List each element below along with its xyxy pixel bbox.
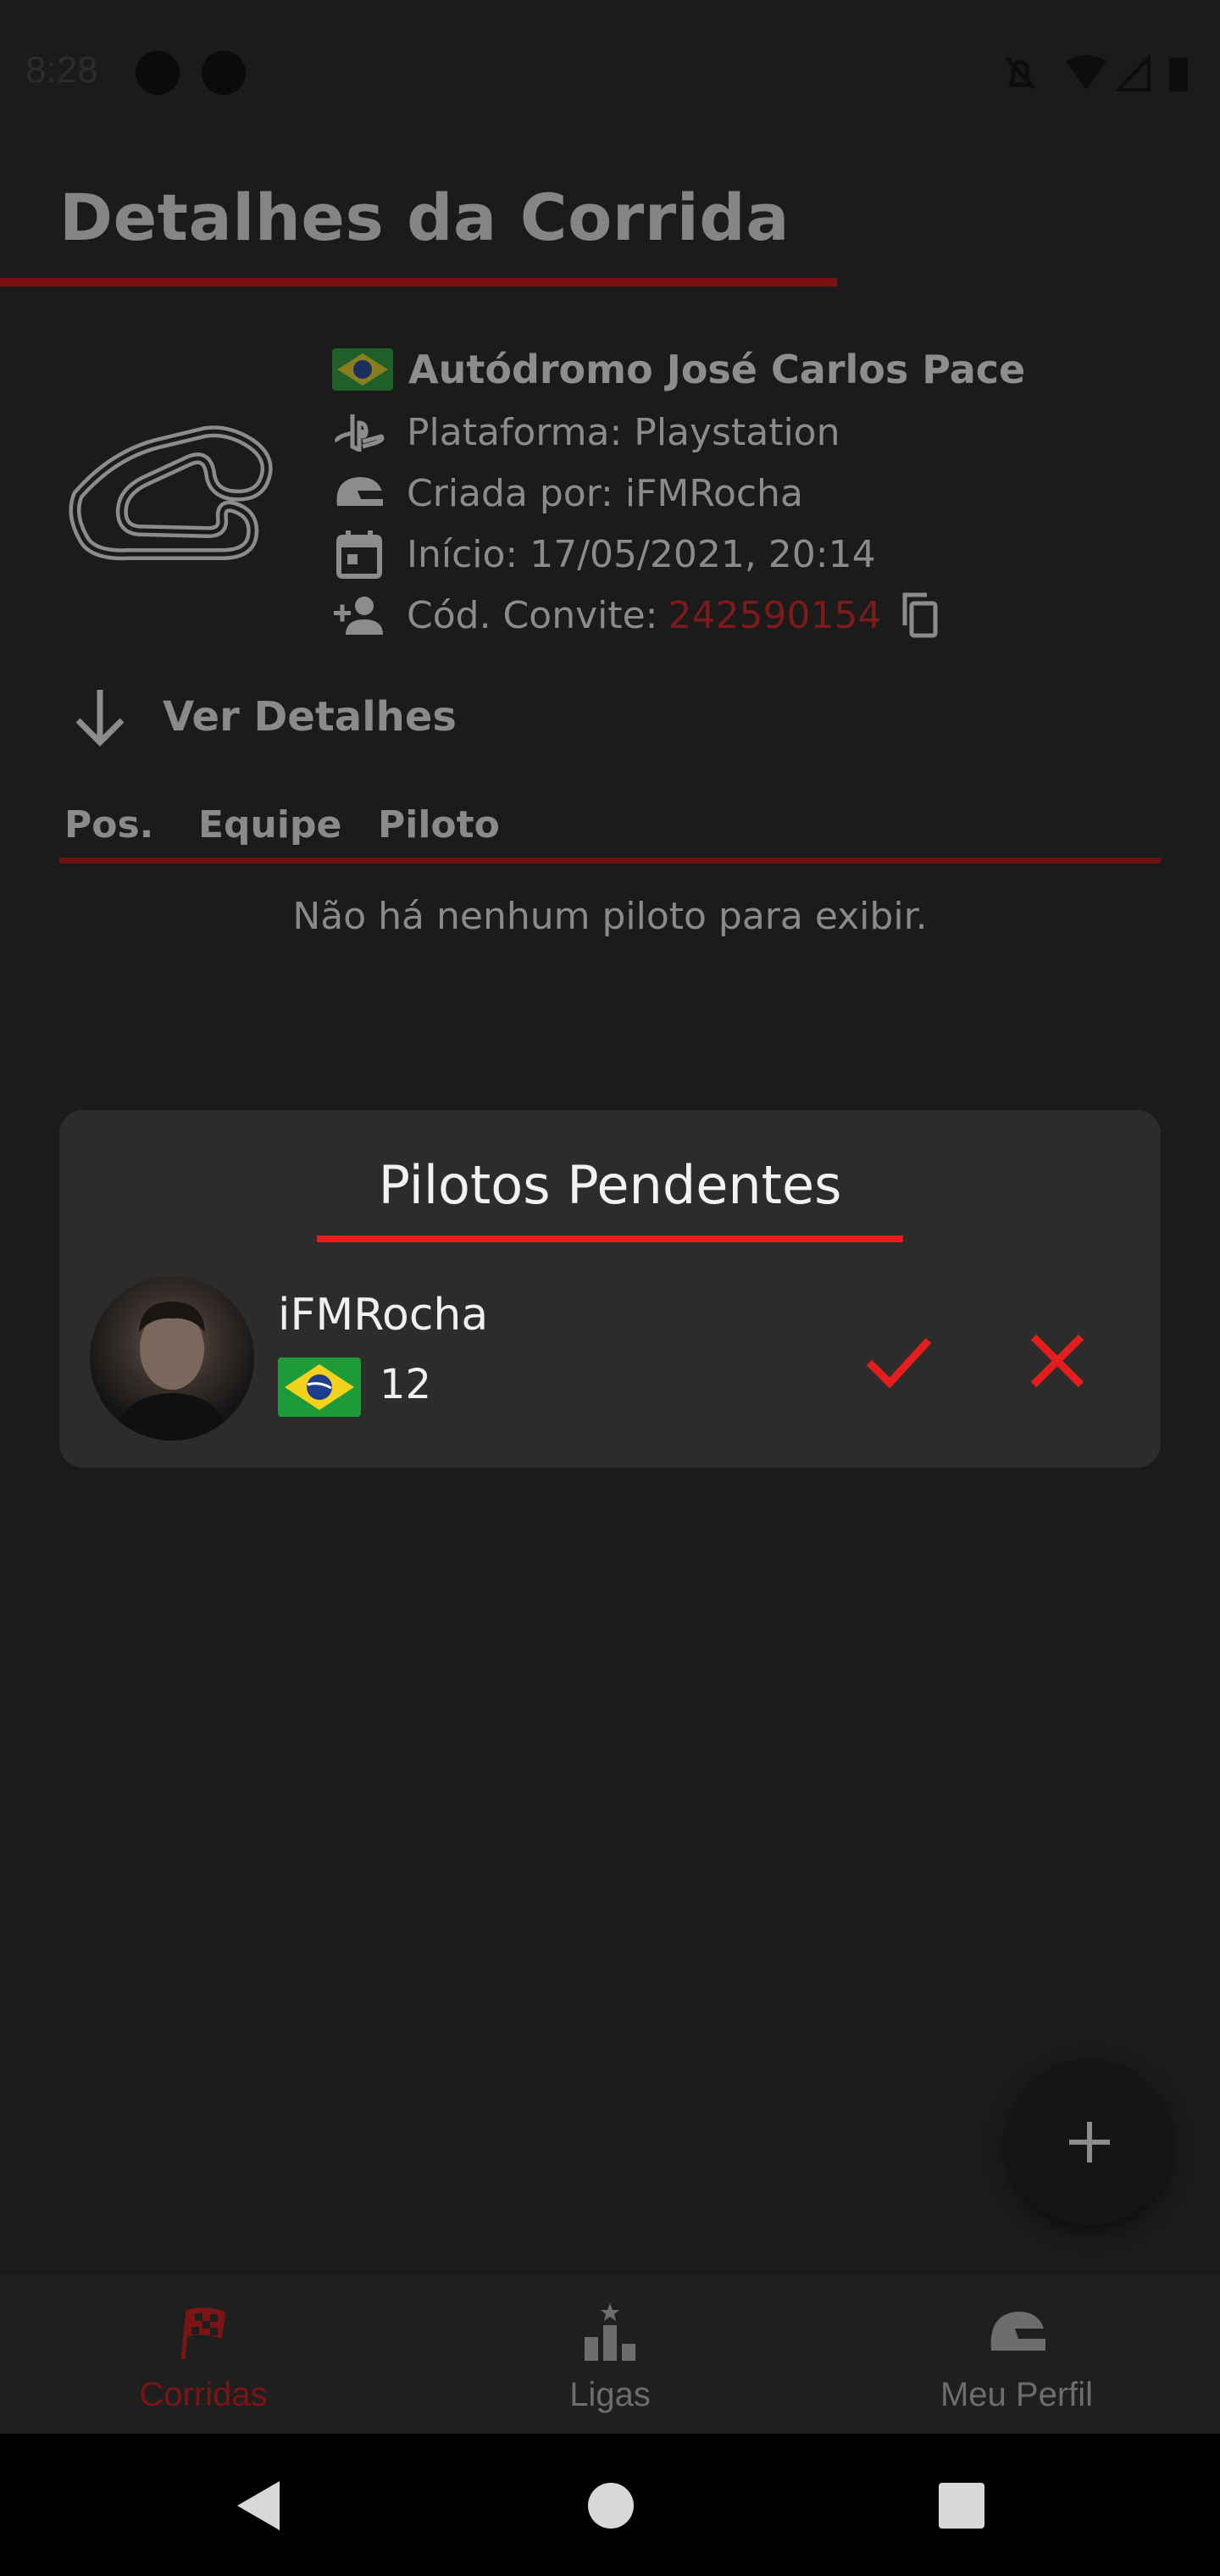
home-icon[interactable]	[588, 2483, 634, 2529]
copy-icon[interactable]	[900, 591, 940, 639]
start-time-text: Início: 17/05/2021, 20:14	[407, 532, 876, 576]
nav-label-ligas: Ligas	[569, 2376, 651, 2413]
status-icons	[1005, 53, 1188, 92]
created-by-text: Criada por: iFMRocha	[407, 471, 803, 515]
ver-detalhes-toggle[interactable]: Ver Detalhes	[68, 683, 457, 751]
nav-item-ligas[interactable]: Ligas	[407, 2274, 813, 2434]
status-bar: 8:28	[0, 0, 1220, 144]
app-notification-icon	[136, 51, 180, 95]
recent-apps-icon[interactable]	[939, 2483, 984, 2529]
bottom-navigation: Corridas Ligas Meu Perfil	[0, 2274, 1220, 2434]
nav-item-meu-perfil[interactable]: Meu Perfil	[813, 2274, 1220, 2434]
table-header-underline	[59, 858, 1161, 863]
brazil-flag-icon	[278, 1357, 361, 1417]
add-fab-button[interactable]	[1006, 2059, 1173, 2225]
back-icon[interactable]	[234, 2478, 285, 2534]
pending-driver-name: iFMRocha	[278, 1290, 489, 1341]
accept-driver-button[interactable]	[862, 1325, 934, 1396]
pending-drivers-card: Pilotos Pendentes iFMRocha 12	[59, 1110, 1161, 1468]
ver-detalhes-label: Ver Detalhes	[163, 693, 457, 741]
playstation-icon	[332, 405, 386, 459]
helmet-icon	[332, 466, 386, 520]
checkered-flag-icon	[180, 2307, 225, 2360]
page-title: Detalhes da Corrida	[59, 180, 790, 255]
pending-driver-number: 12	[380, 1361, 432, 1408]
pending-title: Pilotos Pendentes	[378, 1154, 842, 1216]
created-by-row: Criada por: iFMRocha	[332, 466, 803, 520]
sync-notification-icon	[202, 51, 246, 95]
status-time: 8:28	[25, 49, 98, 91]
column-equipe: Equipe	[198, 803, 342, 847]
empty-table-message: Não há nenhum piloto para exibir.	[292, 895, 928, 938]
pending-title-underline	[317, 1235, 903, 1242]
invite-label: Cód. Convite:	[407, 593, 658, 637]
platform-text: Plataforma: Playstation	[407, 410, 840, 454]
helmet-icon	[990, 2312, 1045, 2351]
arrow-down-icon	[75, 690, 125, 747]
start-time-row: Início: 17/05/2021, 20:14	[332, 527, 876, 581]
reject-driver-button[interactable]	[1022, 1325, 1093, 1396]
track-name-row: Autódromo José Carlos Pace	[332, 342, 1025, 397]
nav-item-corridas[interactable]: Corridas	[0, 2274, 407, 2434]
track-map-icon	[69, 425, 273, 561]
title-underline	[0, 278, 837, 286]
brazil-flag-icon	[332, 348, 393, 391]
column-piloto: Piloto	[378, 803, 500, 847]
add-person-icon	[332, 588, 386, 642]
invite-row: Cód. Convite: 242590154	[332, 588, 940, 642]
nav-label-meu-perfil: Meu Perfil	[940, 2376, 1094, 2413]
nav-label-corridas: Corridas	[139, 2376, 268, 2413]
invite-code: 242590154	[668, 593, 882, 637]
calendar-icon	[332, 527, 386, 581]
podium-icon	[585, 2303, 635, 2361]
avatar	[90, 1276, 254, 1441]
platform-row: Plataforma: Playstation	[332, 405, 840, 459]
column-pos: Pos.	[64, 803, 154, 847]
plus-icon	[1069, 2122, 1110, 2162]
track-name: Autódromo José Carlos Pace	[408, 347, 1026, 392]
